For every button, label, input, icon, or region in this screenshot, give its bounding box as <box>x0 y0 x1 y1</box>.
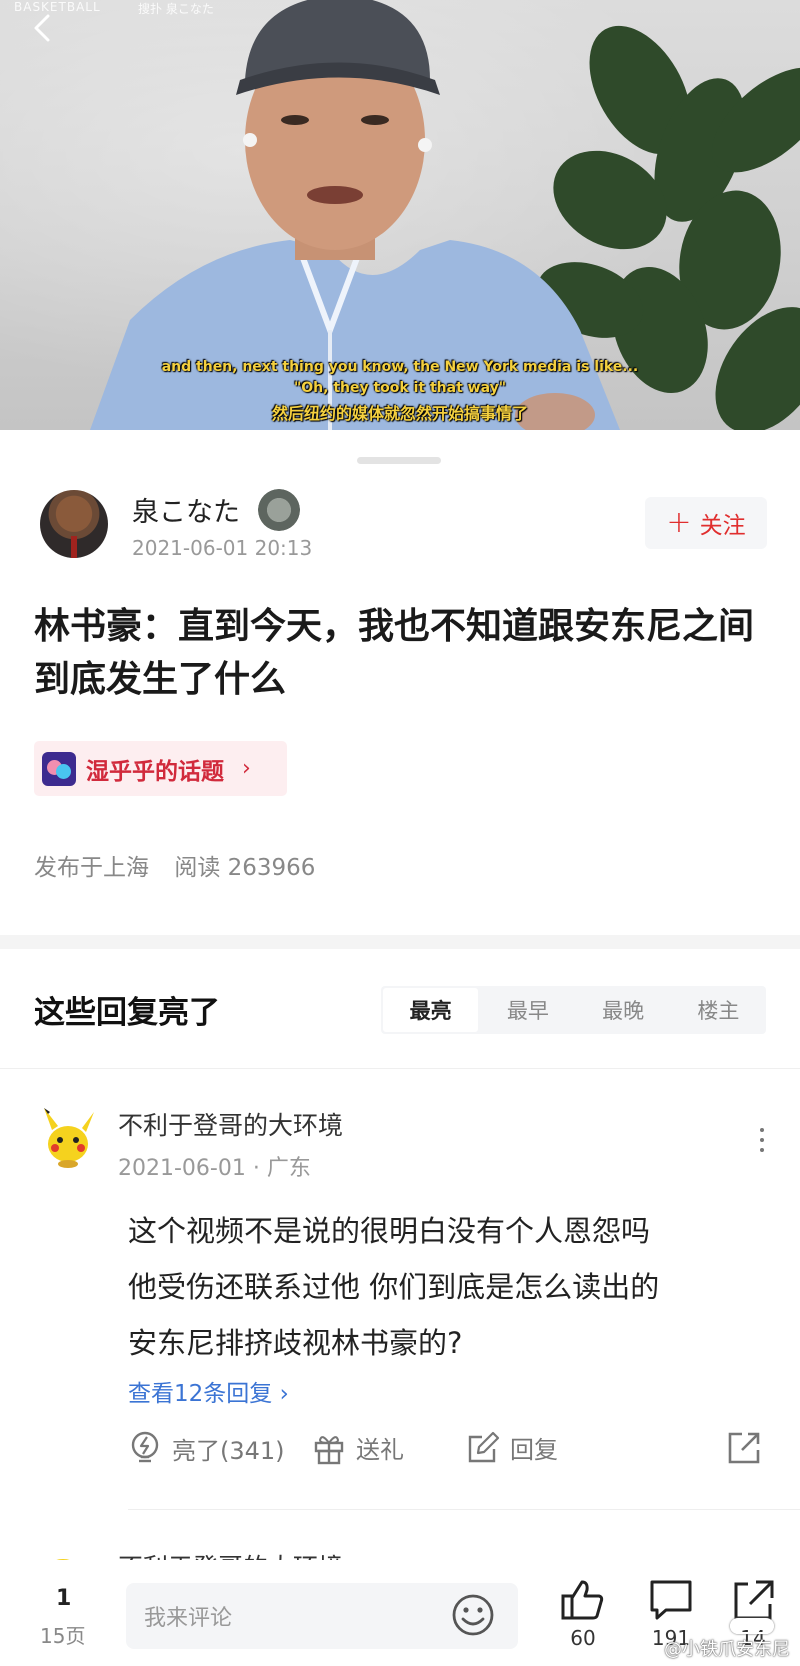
gift-button[interactable]: 送礼 <box>312 1430 404 1465</box>
drag-handle[interactable] <box>357 457 441 464</box>
thumbs-up-icon <box>561 1580 604 1620</box>
comment-bubble-icon <box>650 1580 692 1620</box>
tab-earliest[interactable]: 最早 <box>480 986 575 1034</box>
divider <box>0 1068 800 1069</box>
post-like-count: 60 <box>570 1626 596 1650</box>
gift-icon <box>314 1435 344 1464</box>
chevron-right-icon: › <box>242 756 251 781</box>
watermark-logo <box>730 1618 774 1634</box>
page-current[interactable]: 1 <box>56 1586 71 1611</box>
replies-heading: 这些回复亮了 <box>34 995 220 1031</box>
lightbulb-icon <box>131 1431 159 1463</box>
view-replies-label: 查看12条回复 <box>128 1381 273 1407</box>
share-icon <box>734 1580 774 1620</box>
comment-author[interactable]: 不利于登哥的大环境 <box>118 1106 343 1142</box>
comment-line: 安东尼排挤歧视林书豪的? <box>128 1326 463 1360</box>
comment-line: 这个视频不是说的很明白没有个人恩怨吗 <box>128 1214 651 1248</box>
chevron-right-icon: › <box>279 1381 289 1407</box>
like-post-button[interactable]: 60 <box>560 1578 606 1650</box>
author-avatar[interactable] <box>40 490 108 558</box>
like-count: 亮了(341) <box>172 1436 285 1465</box>
video-subtitle-english-2: "Oh, they took it that way" <box>293 380 507 396</box>
edit-icon <box>468 1431 500 1462</box>
video-subtitle-english-1: and then, next thing you know, the New Y… <box>161 359 639 375</box>
smiley-icon <box>452 1594 494 1636</box>
share-button[interactable] <box>726 1430 762 1466</box>
comment-date-location: 2021-06-01 · 广东 <box>118 1156 311 1181</box>
section-divider <box>0 935 800 949</box>
author-name[interactable]: 泉こなた <box>132 490 240 529</box>
topic-chip[interactable]: 湿乎乎的话题 › <box>34 741 287 796</box>
tab-op-only[interactable]: 楼主 <box>671 986 766 1034</box>
page-total[interactable]: 15页 <box>40 1620 85 1649</box>
video-player[interactable]: BASKETBALL 搜扑 泉こなた and then, next thing … <box>0 0 800 430</box>
back-button[interactable] <box>26 8 60 48</box>
divider <box>128 1509 800 1510</box>
source-watermark: @小铁爪安东尼 <box>664 1639 790 1660</box>
emoji-button[interactable] <box>450 1592 496 1638</box>
post-meta: 发布于上海 阅读 263966 <box>34 848 315 882</box>
comment-line: 他受伤还联系过他 你们到底是怎么读出的 <box>128 1270 660 1304</box>
plus-icon: + <box>666 505 692 540</box>
comment-actions: 亮了(341) 送礼 回复 <box>128 1430 768 1474</box>
tab-hottest[interactable]: 最亮 <box>383 988 479 1032</box>
chevron-left-icon <box>34 14 50 42</box>
comment-body: 这个视频不是说的很明白没有个人恩怨吗 他受伤还联系过他 你们到底是怎么读出的 安… <box>128 1203 768 1371</box>
post-location: 发布于上海 <box>34 855 149 881</box>
tab-latest[interactable]: 最晚 <box>576 986 671 1034</box>
topic-logo-icon <box>42 751 76 786</box>
post-read-count: 阅读 263966 <box>174 855 316 881</box>
like-button[interactable]: 亮了(341) <box>128 1430 285 1466</box>
follow-button[interactable]: + 关注 <box>645 497 767 549</box>
reply-button[interactable]: 回复 <box>466 1430 558 1465</box>
video-subtitle-chinese: 然后纽约的媒体就忽然开始搞事情了 <box>271 404 528 423</box>
comment-avatar[interactable] <box>38 1108 98 1168</box>
more-options-icon[interactable] <box>752 1128 772 1162</box>
author-badge-icon <box>258 489 300 531</box>
follow-label: 关注 <box>699 513 746 539</box>
video-watermark-right: 搜扑 泉こなた <box>138 2 214 16</box>
post-datetime: 2021-06-01 20:13 <box>132 536 313 560</box>
view-replies-link[interactable]: 查看12条回复 › <box>128 1374 289 1408</box>
gift-label: 送礼 <box>356 1436 404 1464</box>
share-icon <box>728 1432 760 1464</box>
reply-sort-tabs: 最亮 最早 最晚 楼主 <box>381 986 766 1034</box>
topic-label: 湿乎乎的话题 <box>86 758 224 785</box>
post-title: 林书豪：直到今天，我也不知道跟安东尼之间到底发生了什么 <box>34 606 755 700</box>
reply-label: 回复 <box>510 1436 558 1464</box>
